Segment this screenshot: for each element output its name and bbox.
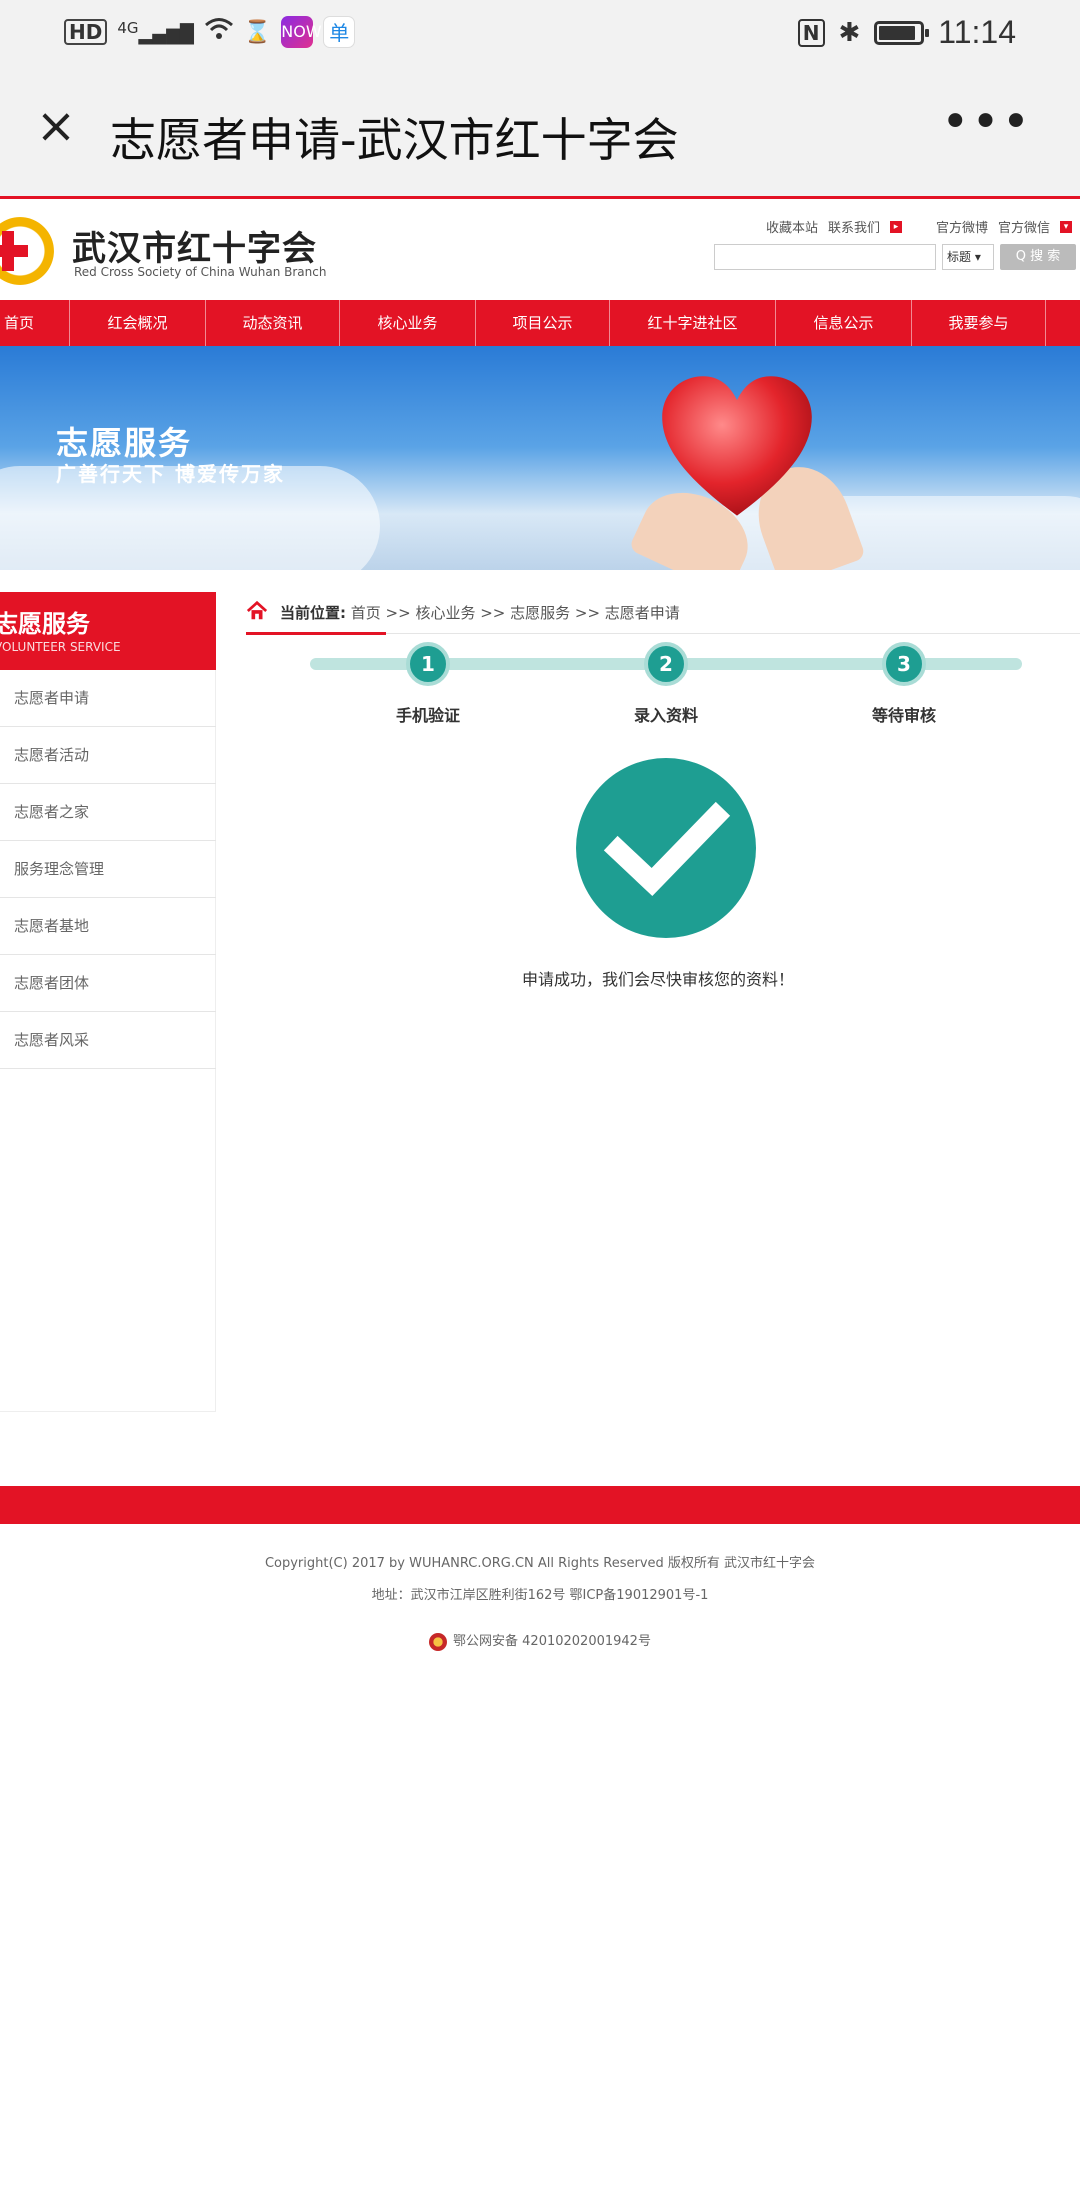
wifi-icon [204,17,234,47]
breadcrumb: 当前位置: 首页 >> 核心业务 >> 志愿服务 >> 志愿者申请 [246,592,1080,635]
nav-item-core[interactable]: 核心业务 [340,300,476,346]
search-bar: 标题 ▾ Q 搜 索 [714,244,1076,270]
sidebar: 志愿服务 VOLUNTEER SERVICE 志愿者申请 志愿者活动 志愿者之家… [0,592,216,1412]
site-header: 武汉市红十字会 Red Cross Society of China Wuhan… [0,196,1080,300]
nav-item-community[interactable]: 红十字进社区 [610,300,776,346]
breadcrumb-path[interactable]: 首页 >> 核心业务 >> 志愿服务 >> 志愿者申请 [346,604,680,622]
nav-item-home[interactable]: 首页 [0,300,70,346]
success-message: 申请成功，我们会尽快审核您的资料！ [521,970,794,989]
page-title: 志愿者申请-武汉市红十字会 [110,113,679,167]
search-field-select[interactable]: 标题 ▾ [942,244,994,270]
search-input[interactable] [714,244,936,270]
wechat-icon: ▾ [1060,220,1072,233]
sidebar-list: 志愿者申请 志愿者活动 志愿者之家 服务理念管理 志愿者基地 志愿者团体 志愿者… [0,670,216,1069]
sidebar-item-bases[interactable]: 志愿者基地 [0,898,216,955]
status-left: HD 4G▂▄▆█ ⌛ NOW 单 [64,16,356,48]
hd-icon: HD [64,19,108,45]
logo-cross-horizontal [0,245,28,257]
site-name-english: Red Cross Society of China Wuhan Branch [74,265,327,279]
bluetooth-icon: ✱ [838,17,861,48]
nav-item-participate[interactable]: 我要参与 [912,300,1046,346]
sidebar-header: 志愿服务 VOLUNTEER SERVICE [0,592,216,670]
step-3-label: 等待审核 [871,706,936,725]
banner-subtitle: 广善行天下 博爱传万家 [56,462,285,486]
step-3-dot: 3 [882,642,926,686]
step-2-label: 录入资料 [633,706,698,725]
heart-icon [662,376,812,516]
more-options-icon[interactable]: ••• [941,94,1032,150]
nav-item-projects[interactable]: 项目公示 [476,300,610,346]
breadcrumb-label: 当前位置: [280,604,346,622]
footer-police-record: 鄂公网安备 42010202001942号 [0,1630,1080,1651]
webview-header: × 志愿者申请-武汉市红十字会 ••• [0,66,1080,196]
sidebar-subtitle: VOLUNTEER SERVICE [0,640,121,654]
sidebar-item-home[interactable]: 志愿者之家 [0,784,216,841]
weibo-link[interactable]: 官方微博 [936,217,988,236]
contact-icon: ▸ [889,220,902,233]
close-icon[interactable]: × [32,102,80,152]
main-nav: 首页 红会概况 动态资讯 核心业务 项目公示 红十字进社区 信息公示 我要参与 [0,300,1080,346]
battery-icon [874,20,930,45]
progress-steps: 1 2 3 手机验证 录入资料 等待审核 [310,642,1022,725]
contact-link[interactable]: 联系我们 [828,217,880,236]
clock: 11:14 [938,14,1016,50]
hourglass-icon: ⌛ [243,19,272,45]
web-page: 武汉市红十字会 Red Cross Society of China Wuhan… [0,196,1080,2204]
wechat-link[interactable]: 官方微信 [998,217,1050,236]
network-type: 4G [117,19,139,37]
sidebar-item-apply[interactable]: 志愿者申请 [0,670,216,727]
sidebar-item-activities[interactable]: 志愿者活动 [0,727,216,784]
footer-copyright: Copyright(C) 2017 by WUHANRC.ORG.CN All … [264,1556,816,1571]
sidebar-title: 志愿服务 [0,610,90,638]
search-button[interactable]: Q 搜 索 [1000,244,1076,270]
sidebar-item-showcase[interactable]: 志愿者风采 [0,1012,216,1069]
top-links: 收藏本站 联系我们 ▸ 官方微博 官方微信 ▾ [766,217,1072,236]
nfc-icon: N [797,18,825,47]
sidebar-item-groups[interactable]: 志愿者团体 [0,955,216,1012]
breadcrumb-underline [246,632,386,635]
police-record-text[interactable]: 鄂公网安备 42010202001942号 [453,1634,651,1649]
nav-item-about[interactable]: 红会概况 [70,300,206,346]
step-2-dot: 2 [644,642,688,686]
site-name[interactable]: 武汉市红十字会 [72,221,317,270]
app-notification-icon: NOW [281,16,322,48]
signal-icon: 4G▂▄▆█ [117,19,194,45]
app-notification-icon-2: 单 [323,16,356,48]
step-1-label: 手机验证 [395,706,460,725]
bookmark-link[interactable]: 收藏本站 [766,217,818,236]
sidebar-item-philosophy[interactable]: 服务理念管理 [0,841,216,898]
red-cross-logo-icon[interactable] [0,217,54,285]
footer-address: 地址：武汉市江岸区胜利街162号 鄂ICP备19012901号-1 [371,1588,709,1603]
nav-item-news[interactable]: 动态资讯 [206,300,340,346]
success-check-icon [576,758,756,938]
checkmark-icon [603,801,731,897]
footer-bar [0,1486,1080,1524]
status-bar: HD 4G▂▄▆█ ⌛ NOW 单 N ✱ 11:14 [0,0,1080,66]
police-badge-icon [429,1632,448,1651]
home-icon [246,600,268,620]
step-1-dot: 1 [406,642,450,686]
status-right: N ✱ 11:14 [797,14,1016,51]
nav-item-disclosure[interactable]: 信息公示 [776,300,912,346]
breadcrumb-text: 当前位置: 首页 >> 核心业务 >> 志愿服务 >> 志愿者申请 [280,602,680,623]
banner: 志愿服务 广善行天下 博爱传万家 [0,346,1080,570]
